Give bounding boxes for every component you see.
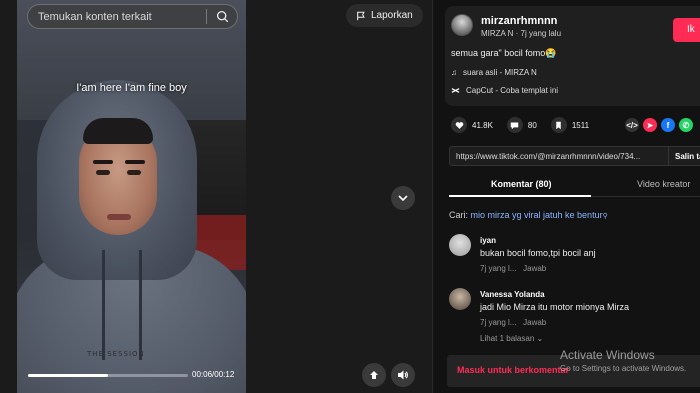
comment-text: bukan bocil fomo,tpi bocil anj <box>480 248 596 258</box>
search-box <box>27 4 238 29</box>
comment-meta[interactable]: 7j yang l... Jawab <box>480 318 546 327</box>
search-input[interactable] <box>28 10 206 23</box>
post-description: semua gara" bocil fomo😭 <box>451 48 557 58</box>
video-time: 00:06/00:12 <box>192 370 235 379</box>
search-suggestion[interactable]: Cari: mio mirza yg viral jatuh ke bentur… <box>449 210 608 220</box>
suggestion-term: mio mirza yg viral jatuh ke bentur <box>470 210 603 220</box>
share-buttons: </> ➤ f ✆ <box>625 118 693 132</box>
sound-label: suara asli - MIRZA N <box>463 68 537 77</box>
author-card: mirzanrhmnnn MIRZA N · 7j yang lalu Ik s… <box>445 6 700 106</box>
hoodie-string-left <box>102 250 105 360</box>
video-player[interactable]: THE SESSION <box>17 0 246 393</box>
tiktok-video-page: THE SESSION I'am here I'am fine boy Lapo… <box>0 0 700 393</box>
share-icon[interactable]: ➤ <box>643 118 657 132</box>
comment-count: 80 <box>527 120 537 130</box>
suggestion-prefix: Cari: <box>449 210 471 220</box>
tab-comments[interactable]: Komentar (80) <box>491 179 552 189</box>
watermark-subtitle: Go to Settings to activate Windows. <box>560 364 687 373</box>
video-stage: THE SESSION I'am here I'am fine boy Lapo… <box>0 0 432 393</box>
flag-icon <box>357 11 365 20</box>
volume-icon <box>398 370 408 380</box>
bookmark-icon <box>550 117 567 133</box>
left-eye <box>96 170 110 175</box>
engagement-stats: 41.8K 80 1511 <box>451 117 603 133</box>
search-icon <box>216 10 228 23</box>
comment-author[interactable]: Vanessa Yolanda <box>480 290 545 299</box>
view-replies-link[interactable]: Lihat 1 balasan ⌄ <box>480 334 543 343</box>
comment-tabs: Komentar (80) Video kreator <box>449 175 700 197</box>
copy-link-button[interactable]: Salin ta <box>669 146 700 166</box>
windows-activation-watermark: Activate Windows Go to Settings to activ… <box>560 348 686 373</box>
sound-link[interactable]: ♫ suara asli - MIRZA N <box>451 68 537 77</box>
float-player-icon <box>370 371 378 379</box>
search-small-icon: ⚲ <box>602 213 608 220</box>
capcut-link[interactable]: CapCut - Coba templat ini <box>451 86 558 95</box>
info-panel: mirzanrhmnnn MIRZA N · 7j yang lalu Ik s… <box>432 0 700 393</box>
report-button[interactable]: Laporkan <box>346 4 423 27</box>
comment-text: jadi Mio Mirza itu motor mionya Mirza <box>480 302 630 312</box>
whatsapp-icon[interactable]: ✆ <box>679 118 693 132</box>
right-eye <box>127 170 141 175</box>
video-progress-fill <box>28 374 108 377</box>
float-player-button[interactable] <box>362 363 386 387</box>
chevron-down-icon <box>398 195 408 202</box>
facebook-icon[interactable]: f <box>661 118 675 132</box>
like-count: 41.8K <box>472 120 493 130</box>
heart-icon <box>451 117 467 133</box>
active-tab-indicator <box>449 195 591 197</box>
like-button[interactable]: 41.8K <box>451 117 493 133</box>
next-video-button[interactable] <box>391 186 415 210</box>
embed-icon[interactable]: </> <box>625 118 639 132</box>
video-caption: I'am here I'am fine boy <box>76 82 187 94</box>
follow-button[interactable]: Ik <box>673 18 700 42</box>
avatar[interactable] <box>451 14 473 36</box>
capcut-icon <box>451 88 460 93</box>
music-note-icon: ♫ <box>451 68 457 77</box>
save-count: 1511 <box>571 120 590 130</box>
right-eyebrow <box>125 160 145 164</box>
comment-author[interactable]: iyan <box>480 236 496 245</box>
mouth <box>107 214 131 220</box>
author-username[interactable]: mirzanrhmnnn <box>481 15 557 27</box>
comment-meta[interactable]: 7j yang l... Jawab <box>480 264 546 273</box>
person-hair <box>83 118 153 144</box>
tab-creator-videos[interactable]: Video kreator <box>637 179 690 189</box>
comment-button[interactable]: 80 <box>506 117 537 133</box>
hoodie-string-right <box>139 250 142 360</box>
search-button[interactable] <box>207 4 237 29</box>
video-link-field[interactable]: https://www.tiktok.com/@mirzanrhmnnn/vid… <box>449 146 669 166</box>
volume-button[interactable] <box>391 363 415 387</box>
capcut-label: CapCut - Coba templat ini <box>466 86 559 95</box>
left-eyebrow <box>93 160 113 164</box>
report-label: Laporkan <box>371 10 413 21</box>
avatar[interactable] <box>449 234 471 256</box>
comment-icon <box>506 117 523 133</box>
author-subline: MIRZA N · 7j yang lalu <box>481 29 562 38</box>
avatar[interactable] <box>449 288 471 310</box>
video-progress-bar[interactable] <box>28 374 188 377</box>
shirt-print: THE SESSION <box>87 350 145 358</box>
save-button[interactable]: 1511 <box>550 117 590 133</box>
watermark-title: Activate Windows <box>560 348 655 362</box>
